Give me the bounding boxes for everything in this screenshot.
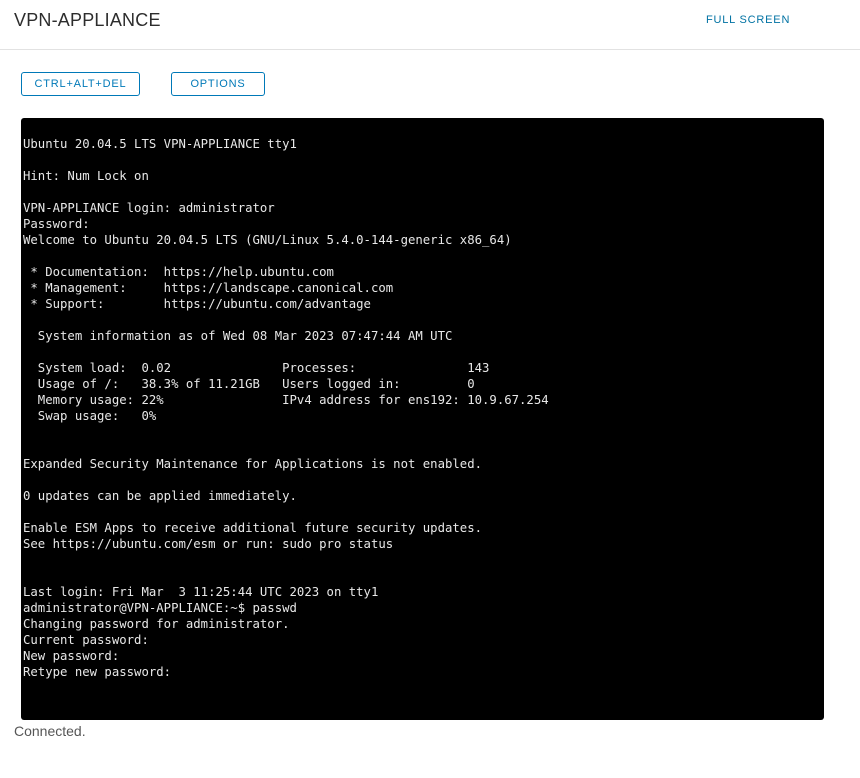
console-screen[interactable]: Ubuntu 20.04.5 LTS VPN-APPLIANCE tty1 Hi… (21, 118, 824, 720)
console-line: Hint: Num Lock on (23, 169, 149, 183)
console-line: Enable ESM Apps to receive additional fu… (23, 521, 483, 535)
console-line: New password: (23, 649, 120, 663)
console-line: Password: (23, 217, 90, 231)
console-line: See https://ubuntu.com/esm or run: sudo … (23, 537, 394, 551)
console-line: VPN-APPLIANCE login: administrator (23, 201, 275, 215)
console-line: Welcome to Ubuntu 20.04.5 LTS (GNU/Linux… (23, 233, 512, 247)
console-line: administrator@VPN-APPLIANCE:~$ passwd (23, 601, 297, 615)
console-line: Expanded Security Maintenance for Applic… (23, 457, 483, 471)
console-line: Current password: (23, 633, 149, 647)
ctrl-alt-del-button[interactable]: CTRL+ALT+DEL (21, 72, 140, 96)
console-line: Ubuntu 20.04.5 LTS VPN-APPLIANCE tty1 (23, 137, 297, 151)
full-screen-link[interactable]: FULL SCREEN (706, 14, 790, 26)
console-line: Retype new password: (23, 665, 172, 679)
options-button[interactable]: OPTIONS (171, 72, 265, 96)
connection-status: Connected. (14, 723, 86, 739)
console-line: Last login: Fri Mar 3 11:25:44 UTC 2023 … (23, 585, 379, 599)
console-line: Changing password for administrator. (23, 617, 290, 631)
console-header: VPN-APPLIANCE FULL SCREEN (0, 0, 860, 50)
console-line: System load: 0.02 Processes: 143 (23, 361, 490, 375)
console-line: Usage of /: 38.3% of 11.21GB Users logge… (23, 377, 475, 391)
console-output: Ubuntu 20.04.5 LTS VPN-APPLIANCE tty1 Hi… (23, 136, 549, 680)
console-line: * Management: https://landscape.canonica… (23, 281, 394, 295)
console-line: Memory usage: 22% IPv4 address for ens19… (23, 393, 549, 407)
console-line: Swap usage: 0% (23, 409, 157, 423)
console-line: * Documentation: https://help.ubuntu.com (23, 265, 334, 279)
vm-title: VPN-APPLIANCE (14, 10, 161, 30)
console-line: * Support: https://ubuntu.com/advantage (23, 297, 371, 311)
console-line: 0 updates can be applied immediately. (23, 489, 297, 503)
console-line: System information as of Wed 08 Mar 2023… (23, 329, 453, 343)
